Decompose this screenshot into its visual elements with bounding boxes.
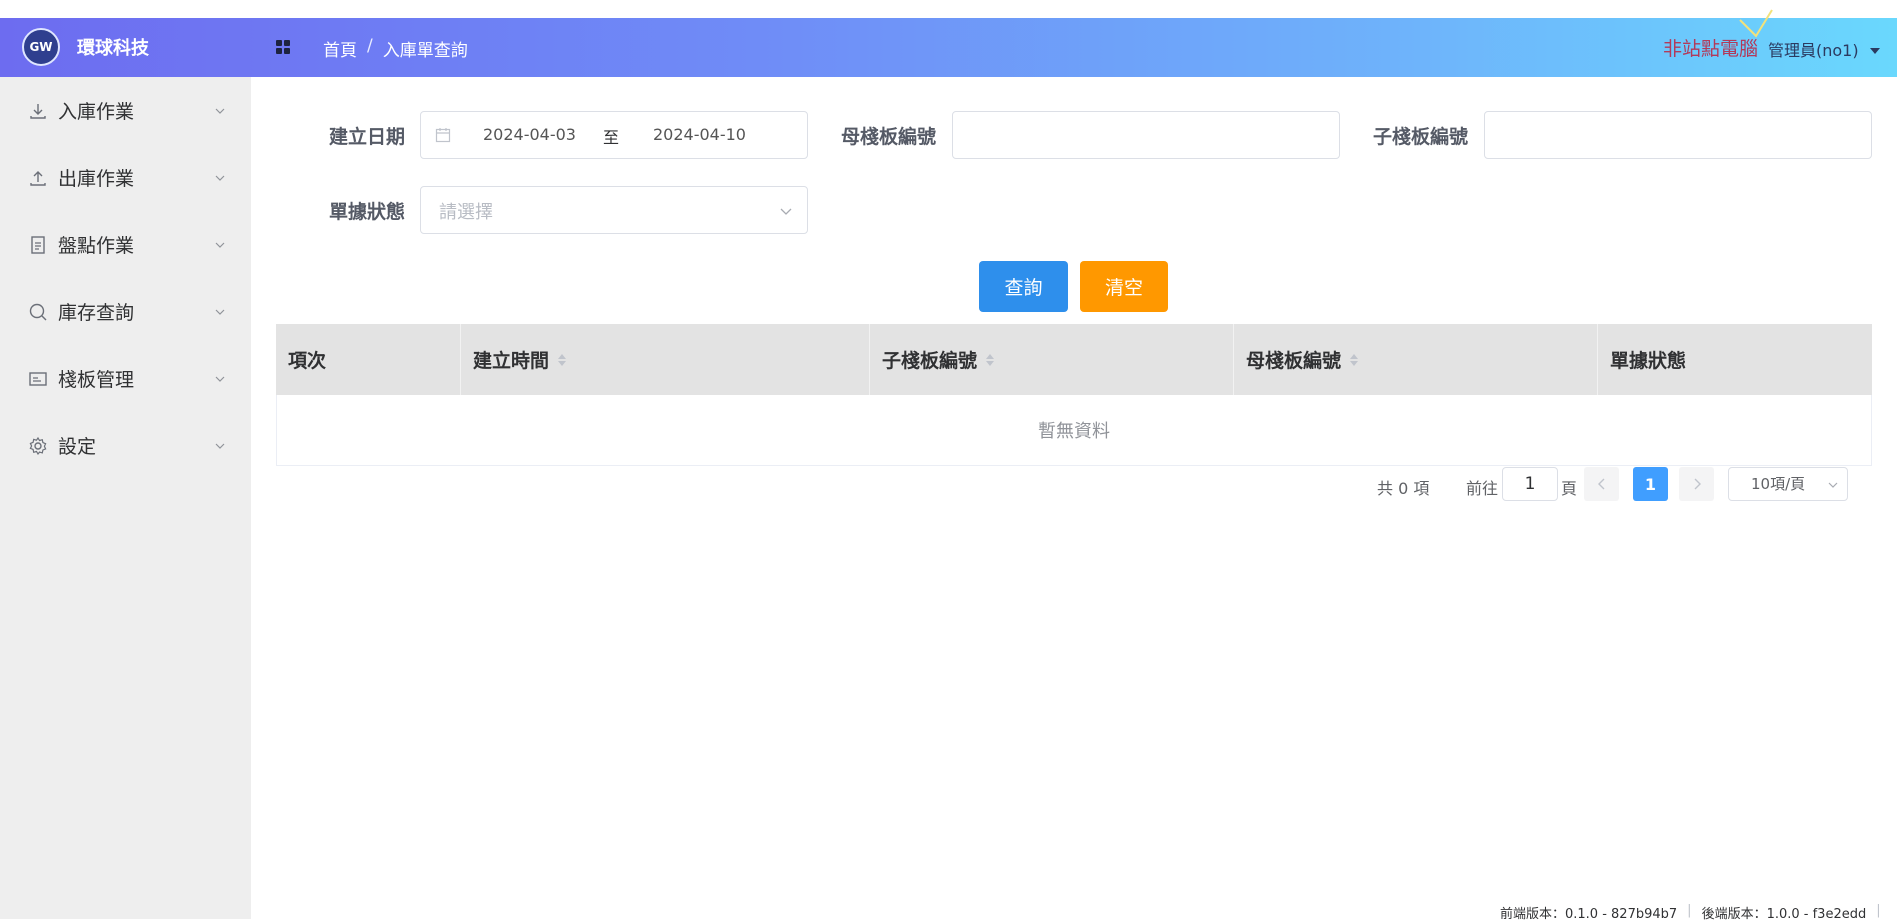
sort-icon[interactable] [557, 353, 567, 367]
empty-state-text: 暫無資料 [1038, 421, 1110, 442]
sidebar-item-label: 盤點作業 [58, 235, 135, 257]
status-select[interactable]: 請選擇 [420, 186, 808, 234]
inbound-order-table: 項次 建立時間 子棧板編號 母棧板編號 單據狀態 暫無資料 [276, 324, 1872, 466]
status-label: 單據狀態 [329, 201, 406, 223]
document-icon [31, 235, 45, 254]
chevron-down-icon [1828, 482, 1838, 488]
child-pallet-input[interactable] [1484, 111, 1872, 159]
top-header: GW 環球科技 首頁 / 入庫單查詢 非站點電腦 管理員(no1) [0, 9, 1897, 77]
chevron-right-icon [1694, 478, 1701, 490]
version-footer: 前端版本：0.1.0 - 827b94b7 | 後端版本：1.0.0 - f3e… [1500, 903, 1881, 922]
column-header-index: 項次 [276, 324, 461, 395]
card-icon [29, 371, 47, 386]
search-icon [29, 303, 47, 320]
backend-version: 後端版本：1.0.0 - f3e2edd [1701, 907, 1867, 922]
chevron-down-icon [780, 208, 792, 215]
create-date-label: 建立日期 [329, 126, 406, 148]
gear-icon [29, 436, 47, 455]
sidebar-item-label: 出庫作業 [58, 168, 135, 190]
column-header-child-pallet[interactable]: 子棧板編號 [870, 324, 1234, 395]
station-status: 非站點電腦 [1663, 38, 1759, 60]
sidebar-item-pallet-management[interactable]: 棧板管理 [0, 345, 251, 412]
page-size-select[interactable]: 10項/頁 [1728, 467, 1848, 501]
caret-down-icon[interactable] [1870, 48, 1880, 54]
download-icon [30, 103, 46, 119]
page-number-current[interactable]: 1 [1633, 467, 1668, 501]
date-end-input[interactable]: 2024-04-10 [653, 125, 746, 144]
sidebar-item-settings[interactable]: 設定 [0, 412, 251, 479]
sidebar-item-label: 庫存查詢 [58, 302, 135, 324]
goto-label: 前往 [1466, 479, 1499, 498]
sidebar-item-label: 棧板管理 [58, 369, 135, 391]
chevron-down-icon [215, 108, 225, 114]
brand-name: 環球科技 [77, 38, 149, 59]
chevron-down-icon [215, 443, 225, 449]
sidebar-item-stocktake[interactable]: 盤點作業 [0, 211, 251, 278]
chevron-down-icon [215, 242, 225, 248]
company-logo[interactable]: GW [22, 28, 60, 66]
total-count: 共 0 項 [1377, 479, 1430, 498]
clear-button[interactable]: 清空 [1080, 261, 1168, 312]
status-select-placeholder: 請選擇 [439, 202, 493, 223]
sidebar-item-label: 設定 [58, 436, 97, 458]
chevron-left-icon [1597, 478, 1604, 490]
footer-divider: | [1876, 903, 1881, 918]
apps-grid-icon[interactable] [276, 40, 290, 54]
parent-pallet-input[interactable] [952, 111, 1340, 159]
breadcrumb-separator: / [367, 36, 373, 56]
table-body: 暫無資料 [276, 395, 1872, 466]
sidebar-item-label: 入庫作業 [58, 101, 135, 123]
date-range-separator: 至 [603, 128, 620, 147]
upload-icon [30, 170, 46, 186]
chevron-down-icon [215, 309, 225, 315]
calendar-icon [435, 128, 451, 143]
date-range-picker[interactable]: 2024-04-03 至 2024-04-10 [420, 111, 808, 159]
sidebar-item-inventory-query[interactable]: 庫存查詢 [0, 278, 251, 345]
sidebar: 入庫作業 出庫作業 盤點作業 庫存查詢 棧板管理 設定 [0, 77, 251, 919]
page-size-value: 10項/頁 [1751, 475, 1806, 493]
breadcrumb: 首頁 / 入庫單查詢 [323, 36, 468, 61]
user-menu[interactable]: 管理員(no1) [1768, 37, 1859, 61]
sidebar-item-outbound[interactable]: 出庫作業 [0, 144, 251, 211]
next-page-button[interactable] [1679, 467, 1714, 501]
main-content: 建立日期 2024-04-03 至 2024-04-10 母棧板編號 子棧板編號… [251, 77, 1897, 919]
parent-pallet-label: 母棧板編號 [841, 126, 937, 148]
goto-page-input[interactable]: 1 [1502, 467, 1558, 501]
sort-icon[interactable] [985, 353, 995, 367]
column-header-parent-pallet[interactable]: 母棧板編號 [1234, 324, 1598, 395]
query-button[interactable]: 查詢 [979, 261, 1068, 312]
child-pallet-label: 子棧板編號 [1373, 126, 1469, 148]
chevron-down-icon [215, 376, 225, 382]
sort-icon[interactable] [1349, 353, 1359, 367]
sidebar-item-inbound[interactable]: 入庫作業 [0, 77, 251, 144]
breadcrumb-home[interactable]: 首頁 [323, 36, 357, 61]
column-header-status: 單據狀態 [1610, 350, 1687, 372]
breadcrumb-current: 入庫單查詢 [382, 41, 468, 61]
column-header-created-time[interactable]: 建立時間 [461, 324, 870, 395]
page-word: 頁 [1561, 479, 1578, 498]
table-header: 項次 建立時間 子棧板編號 母棧板編號 單據狀態 [276, 324, 1872, 395]
chevron-down-icon [215, 175, 225, 181]
prev-page-button[interactable] [1584, 467, 1619, 501]
footer-divider: | [1687, 903, 1692, 918]
top-strip [0, 0, 1897, 18]
frontend-version: 前端版本：0.1.0 - 827b94b7 [1500, 907, 1678, 922]
date-start-input[interactable]: 2024-04-03 [483, 125, 576, 144]
